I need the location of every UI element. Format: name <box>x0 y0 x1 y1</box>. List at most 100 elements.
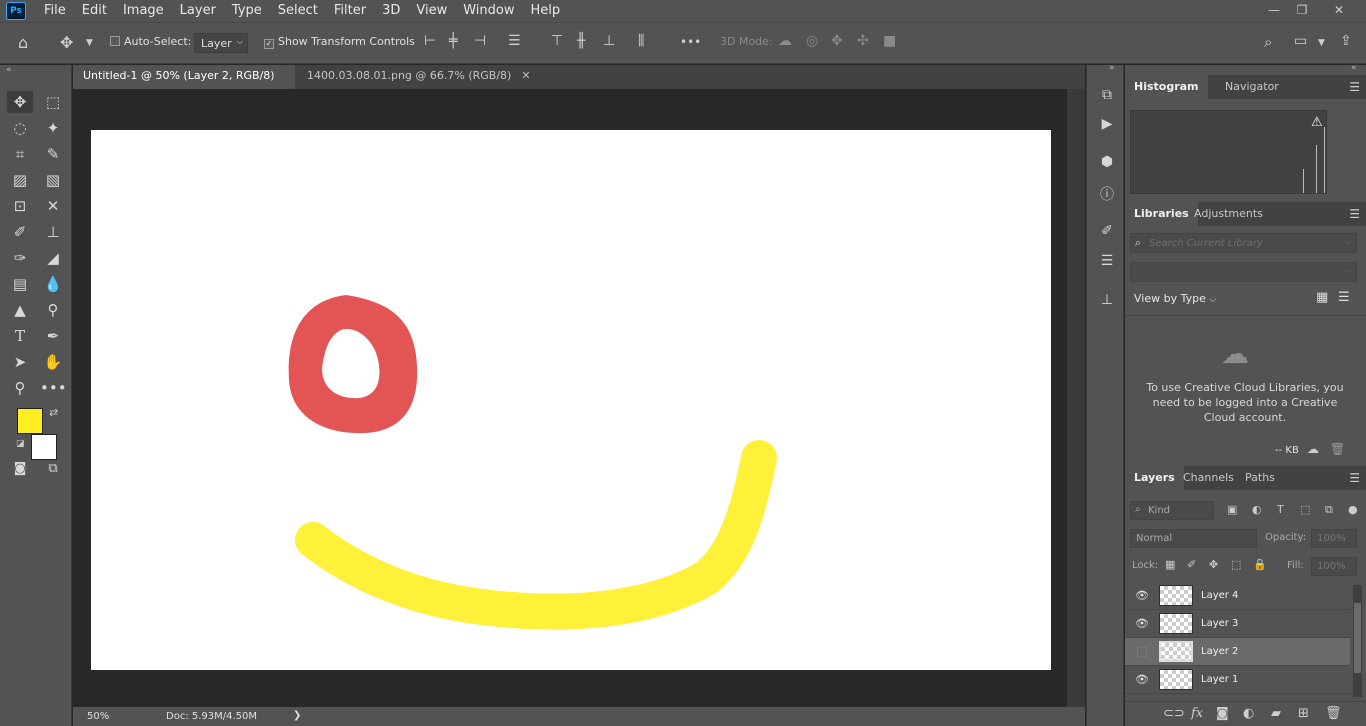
clone-stamp-tool-icon[interactable]: ⊥ <box>40 221 66 243</box>
minimize-button[interactable]: — <box>1259 0 1289 22</box>
menu-help[interactable]: Help <box>523 0 569 22</box>
3d-roll-icon[interactable]: ◎ <box>806 33 818 49</box>
3d-camera-icon[interactable]: ■ <box>883 33 896 49</box>
burn-tool-icon[interactable]: ⚲ <box>40 299 66 321</box>
tab-png-document[interactable]: 1400.03.08.01.png @ 66.7% (RGB/8) ✕ <box>297 65 541 89</box>
marquee-tool-icon[interactable]: ⬚ <box>40 91 66 113</box>
layer-filter-kind-dropdown[interactable]: ⌕ Kind <box>1130 501 1214 520</box>
close-window-button[interactable]: ✕ <box>1324 0 1354 22</box>
layer-row-layer-1[interactable]: 👁 Layer 1 <box>1125 666 1350 694</box>
new-group-icon[interactable]: ▰ <box>1271 706 1281 721</box>
move-tool-icon[interactable]: ✥ <box>60 33 73 52</box>
quick-mask-icon[interactable]: ◙ <box>7 458 33 480</box>
menu-layer[interactable]: Layer <box>172 0 224 22</box>
zoom-tool-icon[interactable]: ⚲ <box>7 377 33 399</box>
lasso-tool-icon[interactable]: ◌ <box>7 117 33 139</box>
align-left-icon[interactable]: ⊢ <box>424 33 436 49</box>
lock-position-icon[interactable]: ✥ <box>1209 558 1218 571</box>
opacity-field[interactable]: 100% <box>1311 529 1357 548</box>
chevron-down-icon[interactable]: ▼ <box>1318 38 1325 48</box>
healing-brush-tool-icon[interactable]: ▨ <box>7 169 33 191</box>
filter-type-icon[interactable]: T <box>1277 503 1284 516</box>
share-icon[interactable]: ⇪ <box>1340 33 1352 49</box>
history-brush-tool-icon[interactable]: ✑ <box>7 247 33 269</box>
close-tab-icon[interactable]: ✕ <box>521 69 530 82</box>
tab-untitled-1[interactable]: Untitled-1 @ 50% (Layer 2, RGB/8) *✕ <box>73 65 295 104</box>
foreground-color-swatch[interactable] <box>17 408 43 434</box>
tab-channels[interactable]: Channels <box>1174 466 1243 490</box>
blur-tool-icon[interactable]: 💧 <box>40 273 66 295</box>
distribute-vertical-icon[interactable]: ⫼ <box>638 33 644 49</box>
pen-tool-icon[interactable]: ✒ <box>40 325 66 347</box>
tab-paths[interactable]: Paths <box>1236 466 1284 490</box>
layer-row-layer-4[interactable]: 👁 Layer 4 <box>1125 582 1350 610</box>
chevron-down-icon[interactable]: ▼ <box>86 38 93 48</box>
brush-tool-icon[interactable]: ✐ <box>7 221 33 243</box>
patch-tool-icon[interactable]: ▧ <box>40 169 66 191</box>
fill-field[interactable]: 100% <box>1311 557 1357 576</box>
trash-icon[interactable]: 🗑 <box>1330 442 1345 456</box>
actions-panel-icon[interactable]: ▶ <box>1097 116 1117 136</box>
align-right-icon[interactable]: ⊣ <box>474 33 486 49</box>
panel-menu-icon[interactable]: ☰ <box>1349 80 1360 94</box>
blend-mode-dropdown[interactable]: Normal <box>1130 529 1257 548</box>
scrollbar-thumb[interactable] <box>1354 603 1361 673</box>
delete-layer-icon[interactable]: 🗑 <box>1325 706 1342 721</box>
layer-name[interactable]: Layer 3 <box>1201 618 1238 629</box>
info-panel-icon[interactable]: ⓘ <box>1097 184 1117 204</box>
new-layer-icon[interactable]: ⊞ <box>1298 706 1309 721</box>
visibility-hidden-box[interactable] <box>1137 647 1147 657</box>
move-tool-icon[interactable]: ✥ <box>7 91 33 113</box>
layer-name[interactable]: Layer 4 <box>1201 590 1238 601</box>
screen-mode-icon[interactable]: ⧉ <box>40 458 66 480</box>
menu-type[interactable]: Type <box>224 0 270 22</box>
tab-histogram[interactable]: Histogram <box>1125 75 1208 99</box>
clone-source-icon[interactable]: ⊥ <box>1097 292 1117 312</box>
filter-pixel-icon[interactable]: ▣ <box>1227 503 1237 516</box>
more-tools-icon[interactable]: ••• <box>40 377 67 399</box>
frame-tool-icon[interactable]: ⊡ <box>7 195 33 217</box>
3d-pan-icon[interactable]: ✥ <box>831 33 843 49</box>
layers-scrollbar[interactable] <box>1353 585 1362 697</box>
add-mask-icon[interactable]: ◙ <box>1216 706 1229 721</box>
distribute-icon[interactable]: ☰ <box>508 33 521 49</box>
visibility-eye-icon[interactable]: 👁 <box>1135 673 1149 686</box>
type-tool-icon[interactable]: T <box>7 325 33 347</box>
layer-name[interactable]: Layer 1 <box>1201 674 1238 685</box>
view-by-type-dropdown[interactable]: View by Type ⌵ <box>1134 292 1216 305</box>
grid-view-icon[interactable]: ▦ <box>1316 290 1328 305</box>
crop-tool-icon[interactable]: ⌗ <box>7 143 33 165</box>
3d-slide-icon[interactable]: ✣ <box>857 33 869 49</box>
list-view-icon[interactable]: ☰ <box>1338 290 1350 305</box>
path-selection-tool-icon[interactable]: ➤ <box>7 351 33 373</box>
background-color-swatch[interactable] <box>31 434 57 460</box>
auto-select-target-dropdown[interactable]: Layer ⌵ <box>194 33 248 53</box>
home-icon[interactable]: ⌂ <box>18 33 28 52</box>
cloud-sync-icon[interactable]: ☁ <box>1307 442 1319 456</box>
status-menu-arrow-icon[interactable]: ❯ <box>293 710 301 721</box>
restore-button[interactable]: ❐ <box>1287 0 1317 22</box>
layer-row-layer-3[interactable]: 👁 Layer 3 <box>1125 610 1350 638</box>
tab-adjustments[interactable]: Adjustments <box>1185 202 1272 226</box>
panel-menu-icon[interactable]: ☰ <box>1349 207 1360 221</box>
workspace-icon[interactable]: ▭ <box>1294 33 1307 49</box>
tab-navigator[interactable]: Navigator <box>1216 75 1288 99</box>
layer-name[interactable]: Layer 2 <box>1201 646 1238 657</box>
lock-image-icon[interactable]: ✐ <box>1187 558 1196 571</box>
canvas-area[interactable] <box>73 89 1067 707</box>
lock-transparent-icon[interactable]: ▦ <box>1165 558 1175 571</box>
auto-select-checkbox[interactable]: Auto-Select: <box>110 35 191 48</box>
history-panel-icon[interactable]: ⧉ <box>1097 87 1117 107</box>
menu-image[interactable]: Image <box>115 0 172 22</box>
document-canvas[interactable] <box>91 130 1051 670</box>
visibility-eye-icon[interactable]: 👁 <box>1135 617 1149 630</box>
lock-all-icon[interactable]: 🔒 <box>1253 558 1267 571</box>
filter-toggle-icon[interactable]: ● <box>1348 503 1358 516</box>
collapse-icon[interactable]: « <box>6 65 12 75</box>
menu-file[interactable]: File <box>36 0 74 22</box>
filter-shape-icon[interactable]: ⬚ <box>1300 503 1310 516</box>
show-transform-controls-checkbox[interactable]: ✓ Show Transform Controls <box>264 35 415 49</box>
menu-edit[interactable]: Edit <box>74 0 115 22</box>
menu-filter[interactable]: Filter <box>326 0 374 22</box>
vertical-scrollbar[interactable] <box>1067 89 1085 707</box>
